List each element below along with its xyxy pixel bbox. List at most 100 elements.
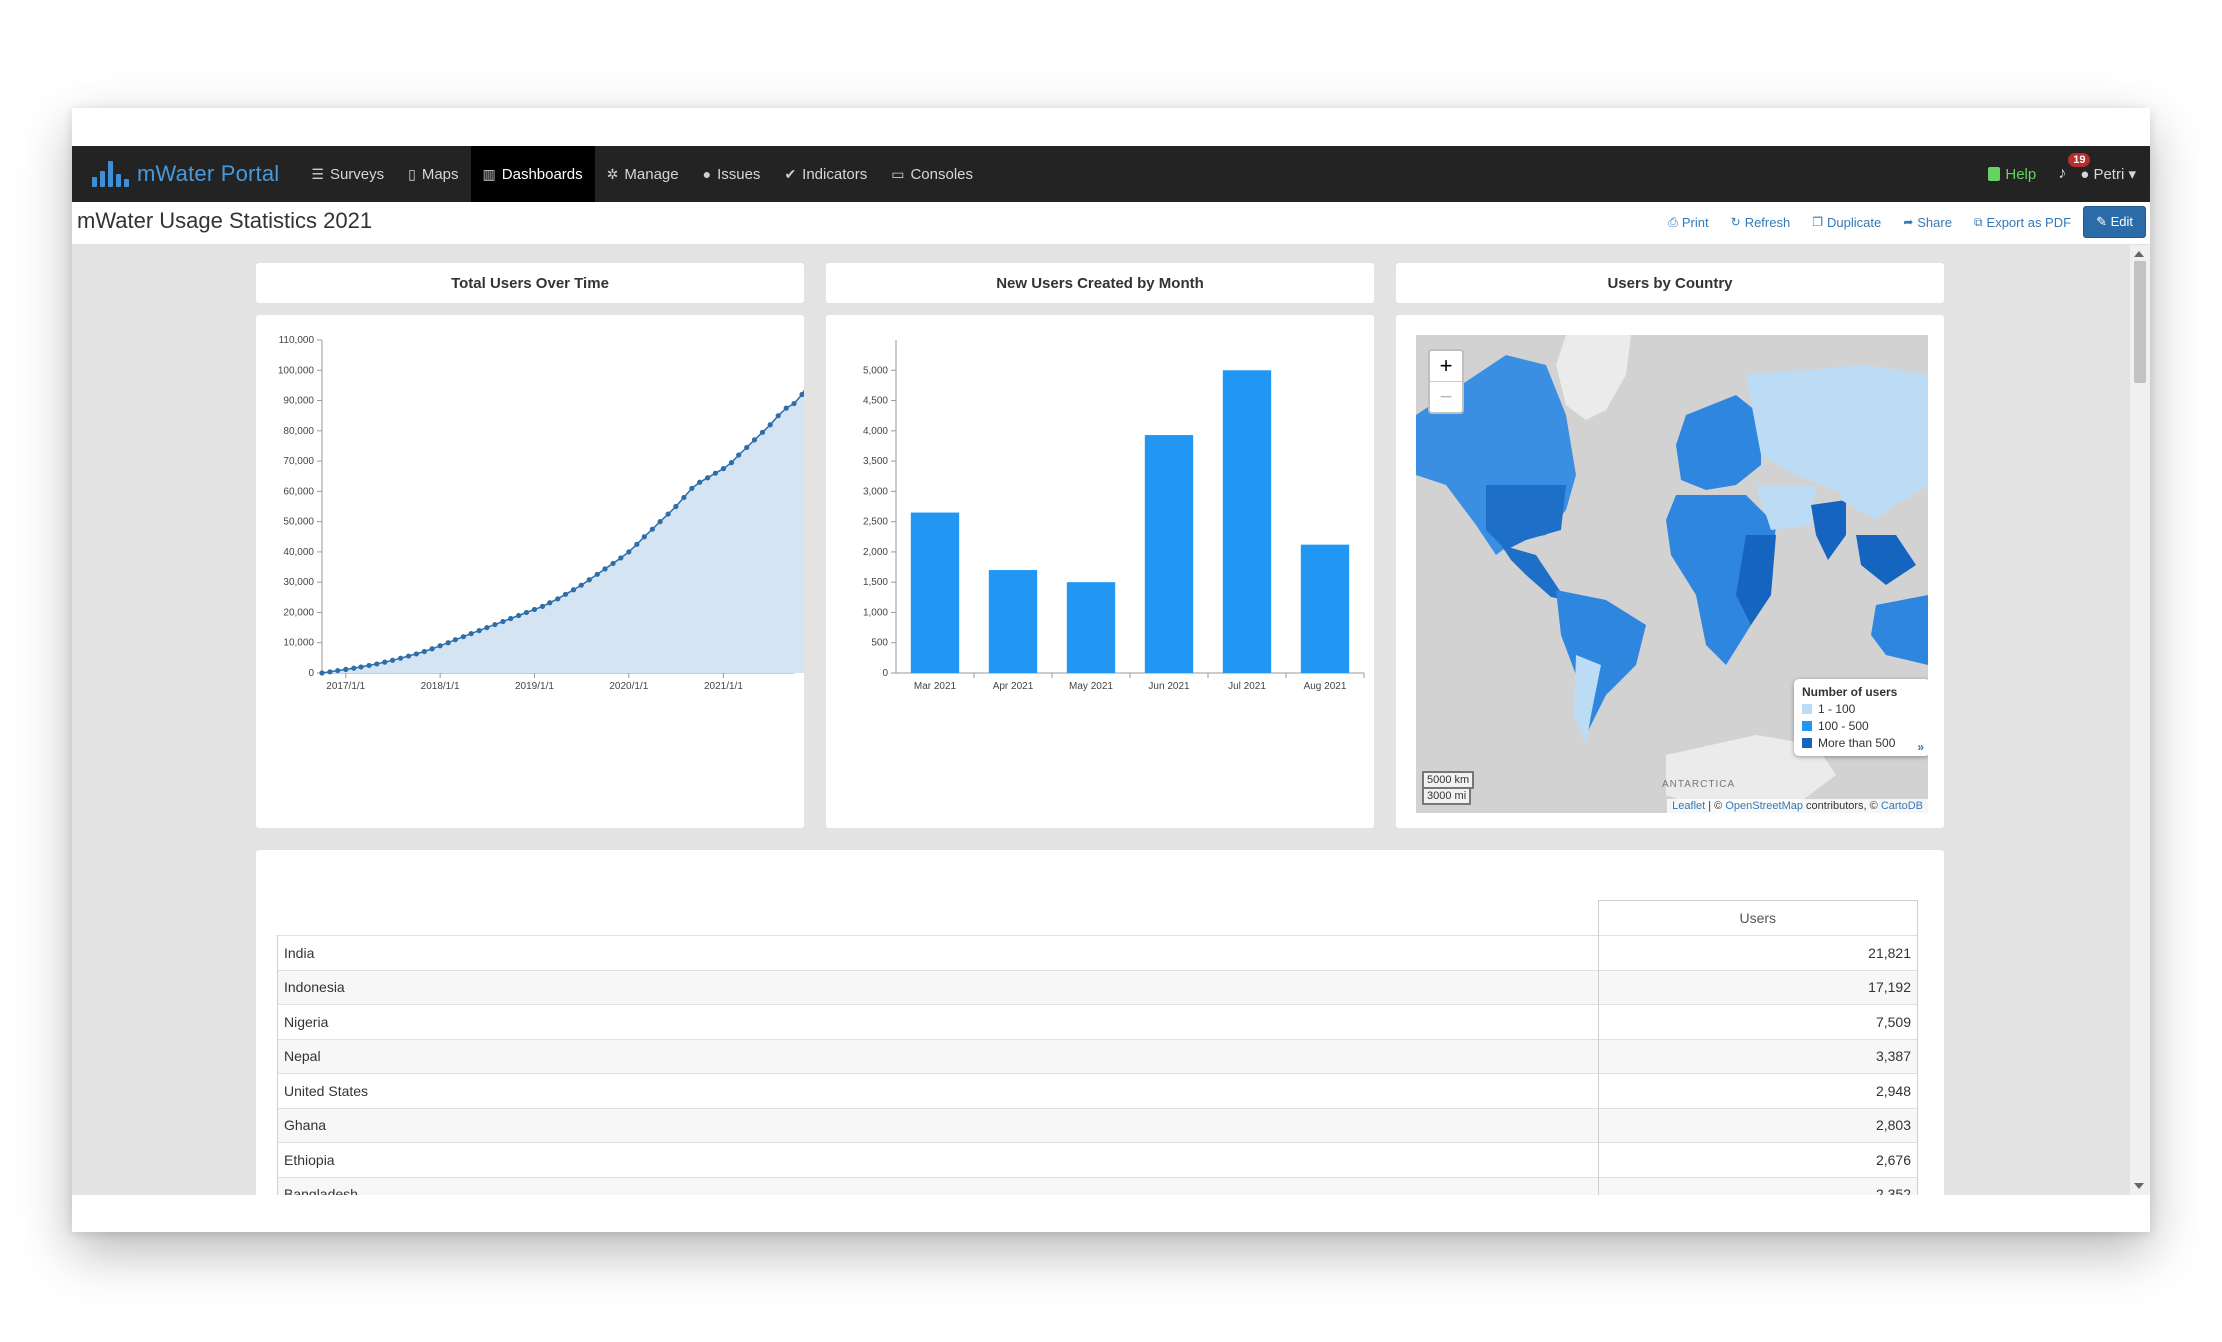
data-point <box>705 475 711 481</box>
nav-dashboards-label: Dashboards <box>501 165 583 183</box>
scroll-down-arrow[interactable] <box>2134 1183 2144 1189</box>
legend-label: 1 - 100 <box>1818 702 1856 716</box>
bar-chart: 0 500 1,000 1,500 2,000 2,500 3,000 3,500 4,000 4… <box>863 340 1365 692</box>
bar-chart-title: New Users Created by Month <box>826 263 1374 303</box>
map-panel: ANTARCTICA + − Number of users 1 - 100 1… <box>1396 315 1944 828</box>
edit-label: Edit <box>2110 214 2133 229</box>
users-cell: 2,803 <box>1597 1107 1918 1143</box>
copy-icon: ❐ <box>1812 215 1823 229</box>
browser-window: mWater Portal ☰ Surveys ▯ Maps ▥ Dashboa… <box>72 108 2150 1232</box>
country-cell: Ethiopia <box>277 1142 1598 1177</box>
data-point <box>468 631 474 637</box>
x-tick-label: Mar 2021 <box>914 681 957 692</box>
data-point <box>783 405 789 411</box>
legend-expand-button[interactable]: » <box>1917 740 1924 754</box>
country-cell: Ghana <box>277 1107 1598 1143</box>
map-title: Users by Country <box>1396 263 1944 303</box>
users-cell: 2,676 <box>1597 1142 1918 1177</box>
nav-issues[interactable]: ● Issues <box>691 146 773 202</box>
data-point <box>452 637 458 643</box>
nav-indicators[interactable]: ✔ Indicators <box>772 146 879 202</box>
data-point <box>547 600 553 606</box>
nav-dashboards[interactable]: ▥ Dashboards <box>470 146 595 202</box>
legend-label: 100 - 500 <box>1818 719 1869 733</box>
bottom-strip <box>72 1195 2150 1232</box>
data-point <box>657 519 663 525</box>
data-point <box>531 606 538 613</box>
nav-manage[interactable]: ✲ Manage <box>595 146 691 202</box>
print-icon: ⎙ <box>1668 214 1678 229</box>
data-point <box>681 494 687 501</box>
scroll-up-arrow[interactable] <box>2134 251 2144 257</box>
data-point <box>634 541 640 547</box>
user-menu[interactable]: ● Petri ▾ <box>2080 165 2136 183</box>
y-tick-label: 4,500 <box>863 396 888 407</box>
edit-button[interactable]: ✎ Edit <box>2083 206 2146 238</box>
data-point <box>712 470 719 476</box>
legend-item: More than 500 <box>1802 736 1922 750</box>
data-point <box>570 587 577 593</box>
y-tick-label: 0 <box>882 668 888 679</box>
carto-link[interactable]: CartoDB <box>1881 800 1923 812</box>
zoom-out-button[interactable]: − <box>1430 381 1462 412</box>
data-point <box>413 651 419 657</box>
country-cell: Nigeria <box>277 1004 1598 1039</box>
area-fill <box>322 370 826 673</box>
y-tick-label: 100,000 <box>278 365 315 376</box>
table-row: Nepal 3,387 <box>277 1038 1918 1074</box>
data-point <box>555 596 561 602</box>
notifications-button[interactable]: ♪ 19 <box>2058 153 2091 183</box>
data-point <box>351 665 357 671</box>
x-tick-label: 2020/1/1 <box>609 681 648 692</box>
leaflet-link[interactable]: Leaflet <box>1672 800 1705 812</box>
share-button[interactable]: ➦ Share <box>1903 215 1952 230</box>
data-point <box>508 615 514 622</box>
data-point <box>610 560 616 567</box>
data-point <box>492 621 498 628</box>
data-point <box>397 655 404 661</box>
export-pdf-button[interactable]: ⧉ Export as PDF <box>1974 215 2071 230</box>
data-point <box>594 571 600 577</box>
brand-logo[interactable]: mWater Portal <box>92 146 279 202</box>
map-zoom-control: + − <box>1428 349 1464 414</box>
nav-surveys[interactable]: ☰ Surveys <box>299 146 396 202</box>
users-column-header[interactable]: Users <box>1597 900 1918 936</box>
x-tick-label: Jul 2021 <box>1228 681 1266 692</box>
bar <box>1144 435 1194 673</box>
y-tick-label: 110,000 <box>279 335 315 346</box>
y-tick-label: 3,000 <box>863 486 888 497</box>
data-point <box>586 577 592 583</box>
nav-maps[interactable]: ▯ Maps <box>396 146 470 202</box>
country-cell: Bangladesh <box>277 1176 1598 1195</box>
y-tick-label: 0 <box>308 668 314 679</box>
y-tick-label: 50,000 <box>283 517 314 528</box>
y-tick-label: 1,000 <box>863 607 888 618</box>
data-point <box>791 400 797 407</box>
data-point <box>460 634 466 640</box>
country-cell: Nepal <box>277 1038 1598 1074</box>
country-map[interactable]: ANTARCTICA + − Number of users 1 - 100 1… <box>1416 335 1928 813</box>
scroll-thumb[interactable] <box>2134 261 2146 383</box>
x-tick-label: 2021/1/1 <box>704 681 743 692</box>
data-point <box>618 555 624 561</box>
user-icon: ● <box>2080 166 2090 183</box>
help-link[interactable]: Help <box>1988 166 2036 183</box>
nav-consoles[interactable]: ▭ Consoles <box>879 146 985 202</box>
x-tick-label: 2017/1/1 <box>326 681 365 692</box>
users-by-country-table: Users India 21,821 Indonesia 17,192 Nigeria 7… <box>277 900 1918 1195</box>
x-tick-label: May 2021 <box>1069 681 1113 692</box>
zoom-in-button[interactable]: + <box>1430 351 1462 381</box>
nav-issues-label: Issues <box>717 165 761 183</box>
export-label: Export as PDF <box>1986 214 2072 230</box>
users-cell: 3,387 <box>1597 1038 1918 1074</box>
refresh-icon: ↻ <box>1730 215 1741 229</box>
print-button[interactable]: ⎙ Print <box>1668 215 1708 230</box>
refresh-button[interactable]: ↻ Refresh <box>1731 215 1791 230</box>
data-point <box>562 591 569 597</box>
x-tick-label: Jun 2021 <box>1148 681 1190 692</box>
duplicate-button[interactable]: ❐ Duplicate <box>1812 215 1881 230</box>
users-cell: 2,352 <box>1597 1176 1918 1195</box>
osm-link[interactable]: OpenStreetMap <box>1725 800 1803 812</box>
vertical-scrollbar[interactable] <box>2130 245 2150 1195</box>
data-point <box>775 413 781 419</box>
